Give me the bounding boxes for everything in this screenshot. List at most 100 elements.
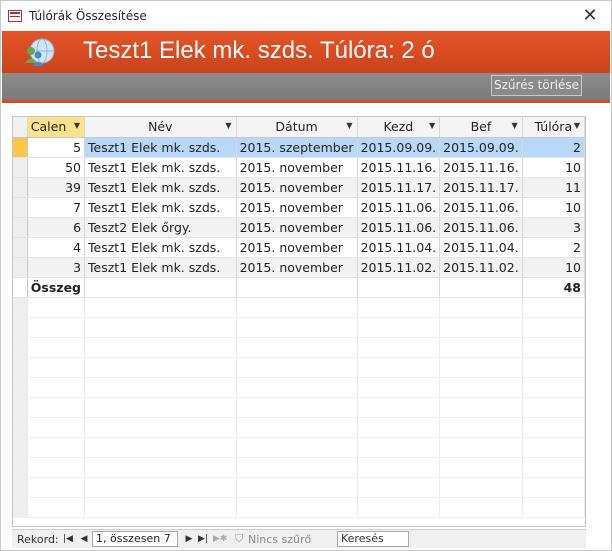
cell-tulora[interactable]: 11: [522, 177, 585, 198]
row-selector[interactable]: [13, 257, 28, 278]
dropdown-arrow-icon[interactable]: ▼: [74, 121, 80, 130]
column-header-overtime[interactable]: Túlóra ▼: [522, 117, 585, 138]
empty-cell: [439, 497, 523, 518]
cell-nev[interactable]: Teszt1 Elek mk. szds.: [84, 137, 237, 158]
datasheet[interactable]: Calen ▼ Név ▼ Dátum ▼ Kezd ▼ Bef ▼ Túlóra ▼ 5T…: [12, 116, 586, 527]
empty-cell: [13, 337, 28, 358]
cell-cal[interactable]: 4: [27, 237, 86, 258]
empty-cell: [13, 437, 28, 458]
cell-nev[interactable]: Teszt1 Elek mk. szds.: [84, 197, 237, 218]
cell-kezd[interactable]: 2015.11.16.: [357, 157, 441, 178]
filter-state-button[interactable]: Nincs szűrő: [248, 533, 311, 546]
search-input[interactable]: Keresés: [337, 531, 409, 547]
cell-bef[interactable]: 2015.11.17.: [439, 177, 523, 198]
empty-cell: [13, 397, 28, 418]
empty-cell: [27, 317, 86, 338]
column-header-name[interactable]: Név ▼: [84, 117, 237, 138]
cell-datum[interactable]: 2015. november: [236, 177, 358, 198]
column-header-date[interactable]: Dátum ▼: [236, 117, 358, 138]
dropdown-arrow-icon[interactable]: ▼: [346, 121, 352, 130]
row-selector[interactable]: [13, 137, 28, 158]
table-row[interactable]: 6 Teszt2 Elek őrgy. 2015. november 2015.11.…: [13, 217, 585, 238]
row-selector[interactable]: [13, 157, 28, 178]
cell-cal[interactable]: 50: [27, 157, 86, 178]
cell-datum[interactable]: 2015. november: [236, 257, 358, 278]
cell-kezd[interactable]: 2015.11.17.: [357, 177, 441, 198]
cell-kezd[interactable]: 2015.11.04.: [357, 237, 441, 258]
cell-kezd[interactable]: 2015.11.06.: [357, 217, 441, 238]
next-record-icon[interactable]: ▶: [183, 532, 195, 546]
row-selector[interactable]: [13, 237, 28, 258]
row-selector[interactable]: [13, 197, 28, 218]
cell-kezd[interactable]: 2015.09.09.: [357, 137, 441, 158]
column-header-end[interactable]: Bef ▼: [439, 117, 523, 138]
cell-bef[interactable]: 2015.11.06.: [439, 217, 523, 238]
column-header-start[interactable]: Kezd ▼: [357, 117, 441, 138]
cell-kezd[interactable]: 2015.11.06.: [357, 197, 441, 218]
cell-cal[interactable]: 7: [27, 197, 86, 218]
cell-bef[interactable]: 2015.11.16.: [439, 157, 523, 178]
cell-tulora[interactable]: 2: [522, 237, 585, 258]
empty-cell: [439, 477, 523, 498]
cell-datum[interactable]: 2015. szeptember: [236, 137, 358, 158]
empty-row: [13, 457, 585, 478]
dropdown-arrow-icon[interactable]: ▼: [574, 121, 580, 130]
empty-cell: [236, 437, 358, 458]
empty-cell: [439, 357, 523, 378]
table-row[interactable]: 5 Teszt1 Elek mk. szds. 2015. szeptember 20…: [13, 137, 585, 158]
table-row[interactable]: 50 Teszt1 Elek mk. szds. 2015. november 201…: [13, 157, 585, 178]
cell-cal[interactable]: 39: [27, 177, 86, 198]
cell-tulora[interactable]: 10: [522, 257, 585, 278]
first-record-icon[interactable]: |◀: [62, 532, 74, 546]
cell-cal[interactable]: 6: [27, 217, 86, 238]
prev-record-icon[interactable]: ◀: [78, 532, 90, 546]
close-button[interactable]: ✕: [577, 4, 603, 28]
cell-nev[interactable]: Teszt1 Elek mk. szds.: [84, 157, 237, 178]
cell-nev[interactable]: Teszt1 Elek mk. szds.: [84, 257, 237, 278]
cell-cal[interactable]: 5: [27, 137, 86, 158]
empty-cell: [236, 357, 358, 378]
column-header-calendar[interactable]: Calen ▼: [27, 117, 86, 138]
empty-cell: [522, 457, 585, 478]
cell-datum[interactable]: 2015. november: [236, 237, 358, 258]
select-all-corner[interactable]: [13, 117, 28, 138]
table-row[interactable]: 3 Teszt1 Elek mk. szds. 2015. november 2015…: [13, 257, 585, 278]
row-selector: [13, 277, 28, 298]
table-row[interactable]: 39 Teszt1 Elek mk. szds. 2015. november 201…: [13, 177, 585, 198]
cell-bef[interactable]: 2015.11.04.: [439, 237, 523, 258]
cell-bef[interactable]: 2015.11.06.: [439, 197, 523, 218]
dropdown-arrow-icon[interactable]: ▼: [225, 121, 231, 130]
empty-row: [13, 437, 585, 458]
empty-cell: [357, 297, 441, 318]
row-selector[interactable]: [13, 217, 28, 238]
clear-filter-button[interactable]: Szűrés törlése: [491, 75, 582, 96]
cell-datum[interactable]: 2015. november: [236, 157, 358, 178]
table-row[interactable]: 4 Teszt1 Elek mk. szds. 2015. november 2015…: [13, 237, 585, 258]
cell-tulora[interactable]: 2: [522, 137, 585, 158]
cell-cal[interactable]: 3: [27, 257, 86, 278]
cell-tulora[interactable]: 3: [522, 217, 585, 238]
cell-nev[interactable]: Teszt1 Elek mk. szds.: [84, 237, 237, 258]
last-record-icon[interactable]: ▶|: [197, 532, 209, 546]
dropdown-arrow-icon[interactable]: ▼: [512, 121, 518, 130]
table-row[interactable]: 7 Teszt1 Elek mk. szds. 2015. november 2015…: [13, 197, 585, 218]
cell-kezd[interactable]: 2015.11.02.: [357, 257, 441, 278]
cell-nev[interactable]: Teszt1 Elek mk. szds.: [84, 177, 237, 198]
cell-datum[interactable]: 2015. november: [236, 217, 358, 238]
empty-cell: [522, 297, 585, 318]
cell-datum[interactable]: 2015. november: [236, 197, 358, 218]
empty-cell: [236, 457, 358, 478]
record-position-field[interactable]: 1, összesen 7: [92, 531, 178, 547]
cell-bef[interactable]: 2015.11.02.: [439, 257, 523, 278]
cell-tulora[interactable]: 10: [522, 197, 585, 218]
empty-cell: [357, 397, 441, 418]
empty-cell: [522, 337, 585, 358]
row-selector[interactable]: [13, 177, 28, 198]
cell-bef[interactable]: 2015.09.09.: [439, 137, 523, 158]
dropdown-arrow-icon[interactable]: ▼: [429, 121, 435, 130]
cell-nev[interactable]: Teszt2 Elek őrgy.: [84, 217, 237, 238]
empty-cell: [439, 417, 523, 438]
empty-cell: [84, 497, 237, 518]
cell-tulora[interactable]: 10: [522, 157, 585, 178]
empty-cell: [522, 477, 585, 498]
